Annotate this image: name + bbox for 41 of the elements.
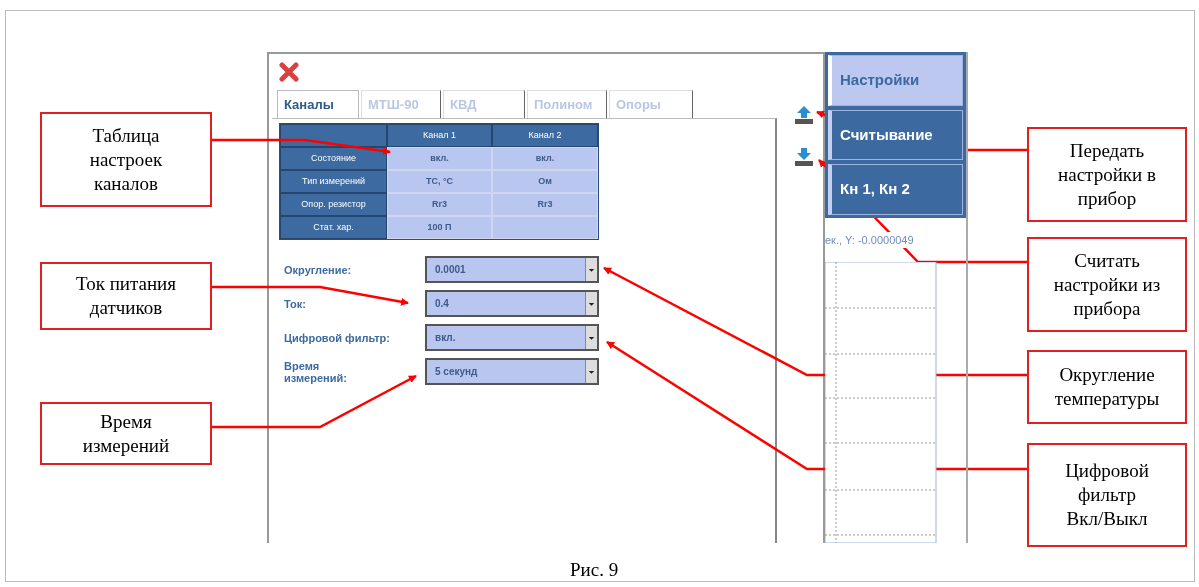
table-cell: вкл.: [492, 147, 598, 170]
download-icon[interactable]: [793, 146, 815, 168]
callout-label: Считать настройки из прибора: [1027, 237, 1187, 332]
callout-label: Передать настройки в прибор: [1027, 127, 1187, 222]
dropdown[interactable]: 0.0001: [425, 256, 599, 283]
callout-label: Округление температуры: [1027, 350, 1187, 424]
table-cell: 100 П: [387, 216, 492, 239]
dropdown[interactable]: 5 секунд: [425, 358, 599, 385]
callout-label: Ток питания датчиков: [40, 262, 212, 330]
menu-item[interactable]: Настройки: [828, 55, 963, 106]
dropdown[interactable]: вкл.: [425, 324, 599, 351]
callout-label: Цифровой фильтр Вкл/Выкл: [1027, 443, 1187, 547]
setting-label: Округление:: [284, 263, 353, 276]
table-cell: ТС, °С: [387, 170, 492, 193]
table-cell: Ом: [492, 170, 598, 193]
close-icon[interactable]: [279, 62, 299, 82]
row-header: Стат. хар.: [280, 216, 387, 239]
row-header: Тип измерений: [280, 170, 387, 193]
row-header: Состояние: [280, 147, 387, 170]
column-header: Канал 1: [387, 124, 492, 147]
figure-caption: Рис. 9: [570, 558, 619, 582]
dropdown[interactable]: 0.4: [425, 290, 599, 317]
callout-label: Время измерений: [40, 402, 212, 465]
setting-label: Время измерений:: [284, 359, 348, 384]
table-cell: Rr3: [492, 193, 598, 216]
callout-label: Таблица настроек каналов: [40, 112, 212, 207]
table-cell: Rr3: [387, 193, 492, 216]
chart-status-text: ек., Y: -0.0000049: [825, 231, 914, 249]
tab[interactable]: Каналы: [277, 90, 359, 118]
setting-label: Цифровой фильтр:: [284, 331, 391, 344]
row-header: Опор. резистор: [280, 193, 387, 216]
menu-item[interactable]: Считывание: [828, 109, 963, 161]
upload-icon[interactable]: [793, 104, 815, 126]
caret-icon: [585, 360, 597, 383]
column-header: Канал 2: [492, 124, 598, 147]
caret-icon: [585, 292, 597, 315]
caret-icon: [585, 326, 597, 349]
caret-icon: [585, 258, 597, 281]
menu-item[interactable]: Кн 1, Кн 2: [828, 164, 963, 215]
table-cell: вкл.: [387, 147, 492, 170]
setting-label: Ток:: [284, 297, 307, 310]
